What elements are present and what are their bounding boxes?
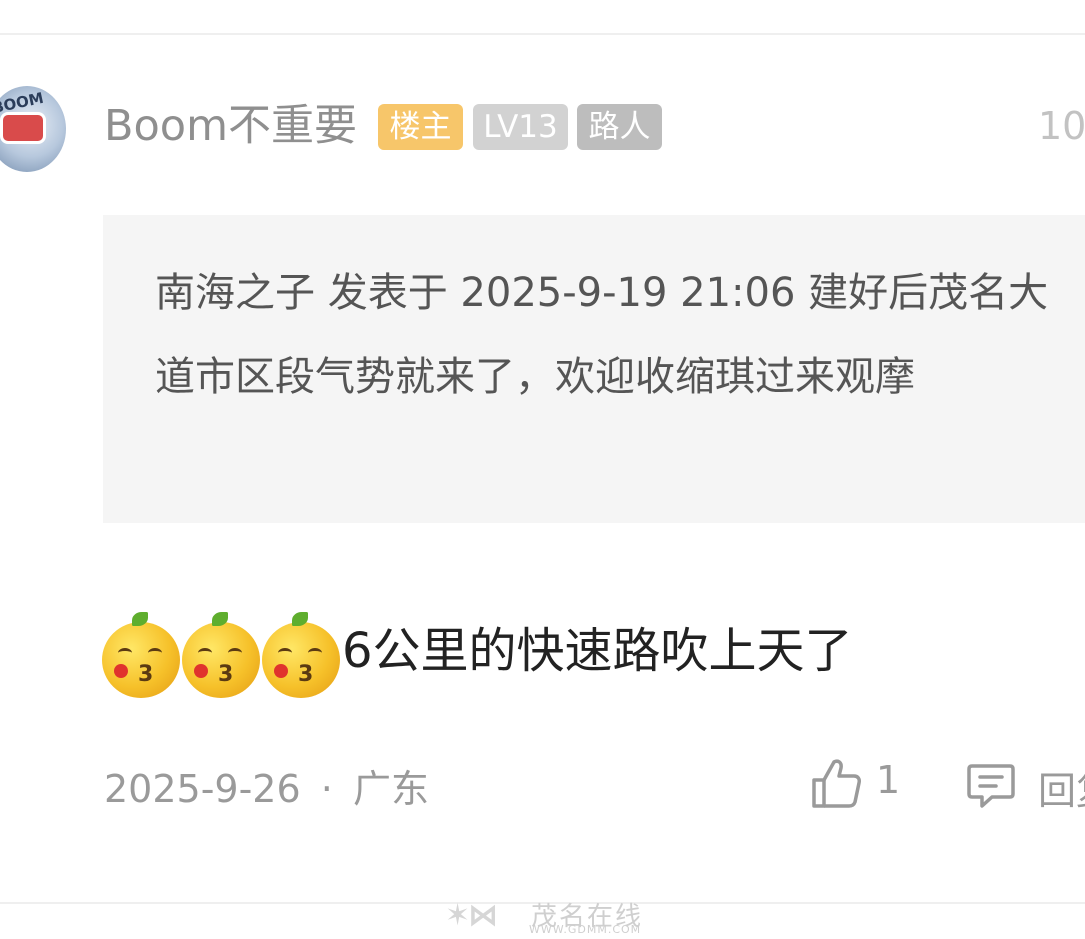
comment-icon[interactable]: [966, 760, 1016, 810]
floor-time: 10: [1038, 104, 1085, 148]
site-watermark: ✶⋈ 茂名在线 WWW.GDMM.COM: [445, 896, 645, 938]
reply-button[interactable]: 回复: [1038, 760, 1085, 815]
post-date: 2025-9-26: [104, 767, 301, 811]
avatar-fist-shape: [0, 112, 46, 144]
quote-text: 南海之子 发表于 2025-9-19 21:06 建好后茂名大道市区段气势就来了…: [155, 270, 1049, 400]
like-count: 1: [876, 758, 901, 802]
watermark-logo-icon: ✶⋈: [445, 898, 498, 933]
kiss-emoji-icon: 3: [262, 612, 340, 698]
level-badge: LV13: [473, 104, 568, 150]
reply-text: 6公里的快速路吹上天了: [342, 623, 853, 679]
role-badge: 路人: [577, 104, 662, 150]
post-meta: 2025-9-26 · 广东: [104, 758, 429, 813]
thumb-up-icon[interactable]: [810, 756, 862, 810]
meta-separator: ·: [320, 767, 333, 811]
owner-badge: 楼主: [378, 104, 463, 150]
kiss-emoji-icon: 3: [102, 612, 180, 698]
watermark-url: WWW.GDMM.COM: [529, 923, 642, 936]
avatar[interactable]: BOOM: [0, 86, 66, 172]
quote-block: 南海之子 发表于 2025-9-19 21:06 建好后茂名大道市区段气势就来了…: [103, 215, 1085, 523]
username[interactable]: Boom不重要: [104, 100, 357, 152]
top-divider: [0, 33, 1085, 35]
kiss-emoji-icon: 3: [182, 612, 260, 698]
post-location: 广东: [352, 767, 429, 811]
